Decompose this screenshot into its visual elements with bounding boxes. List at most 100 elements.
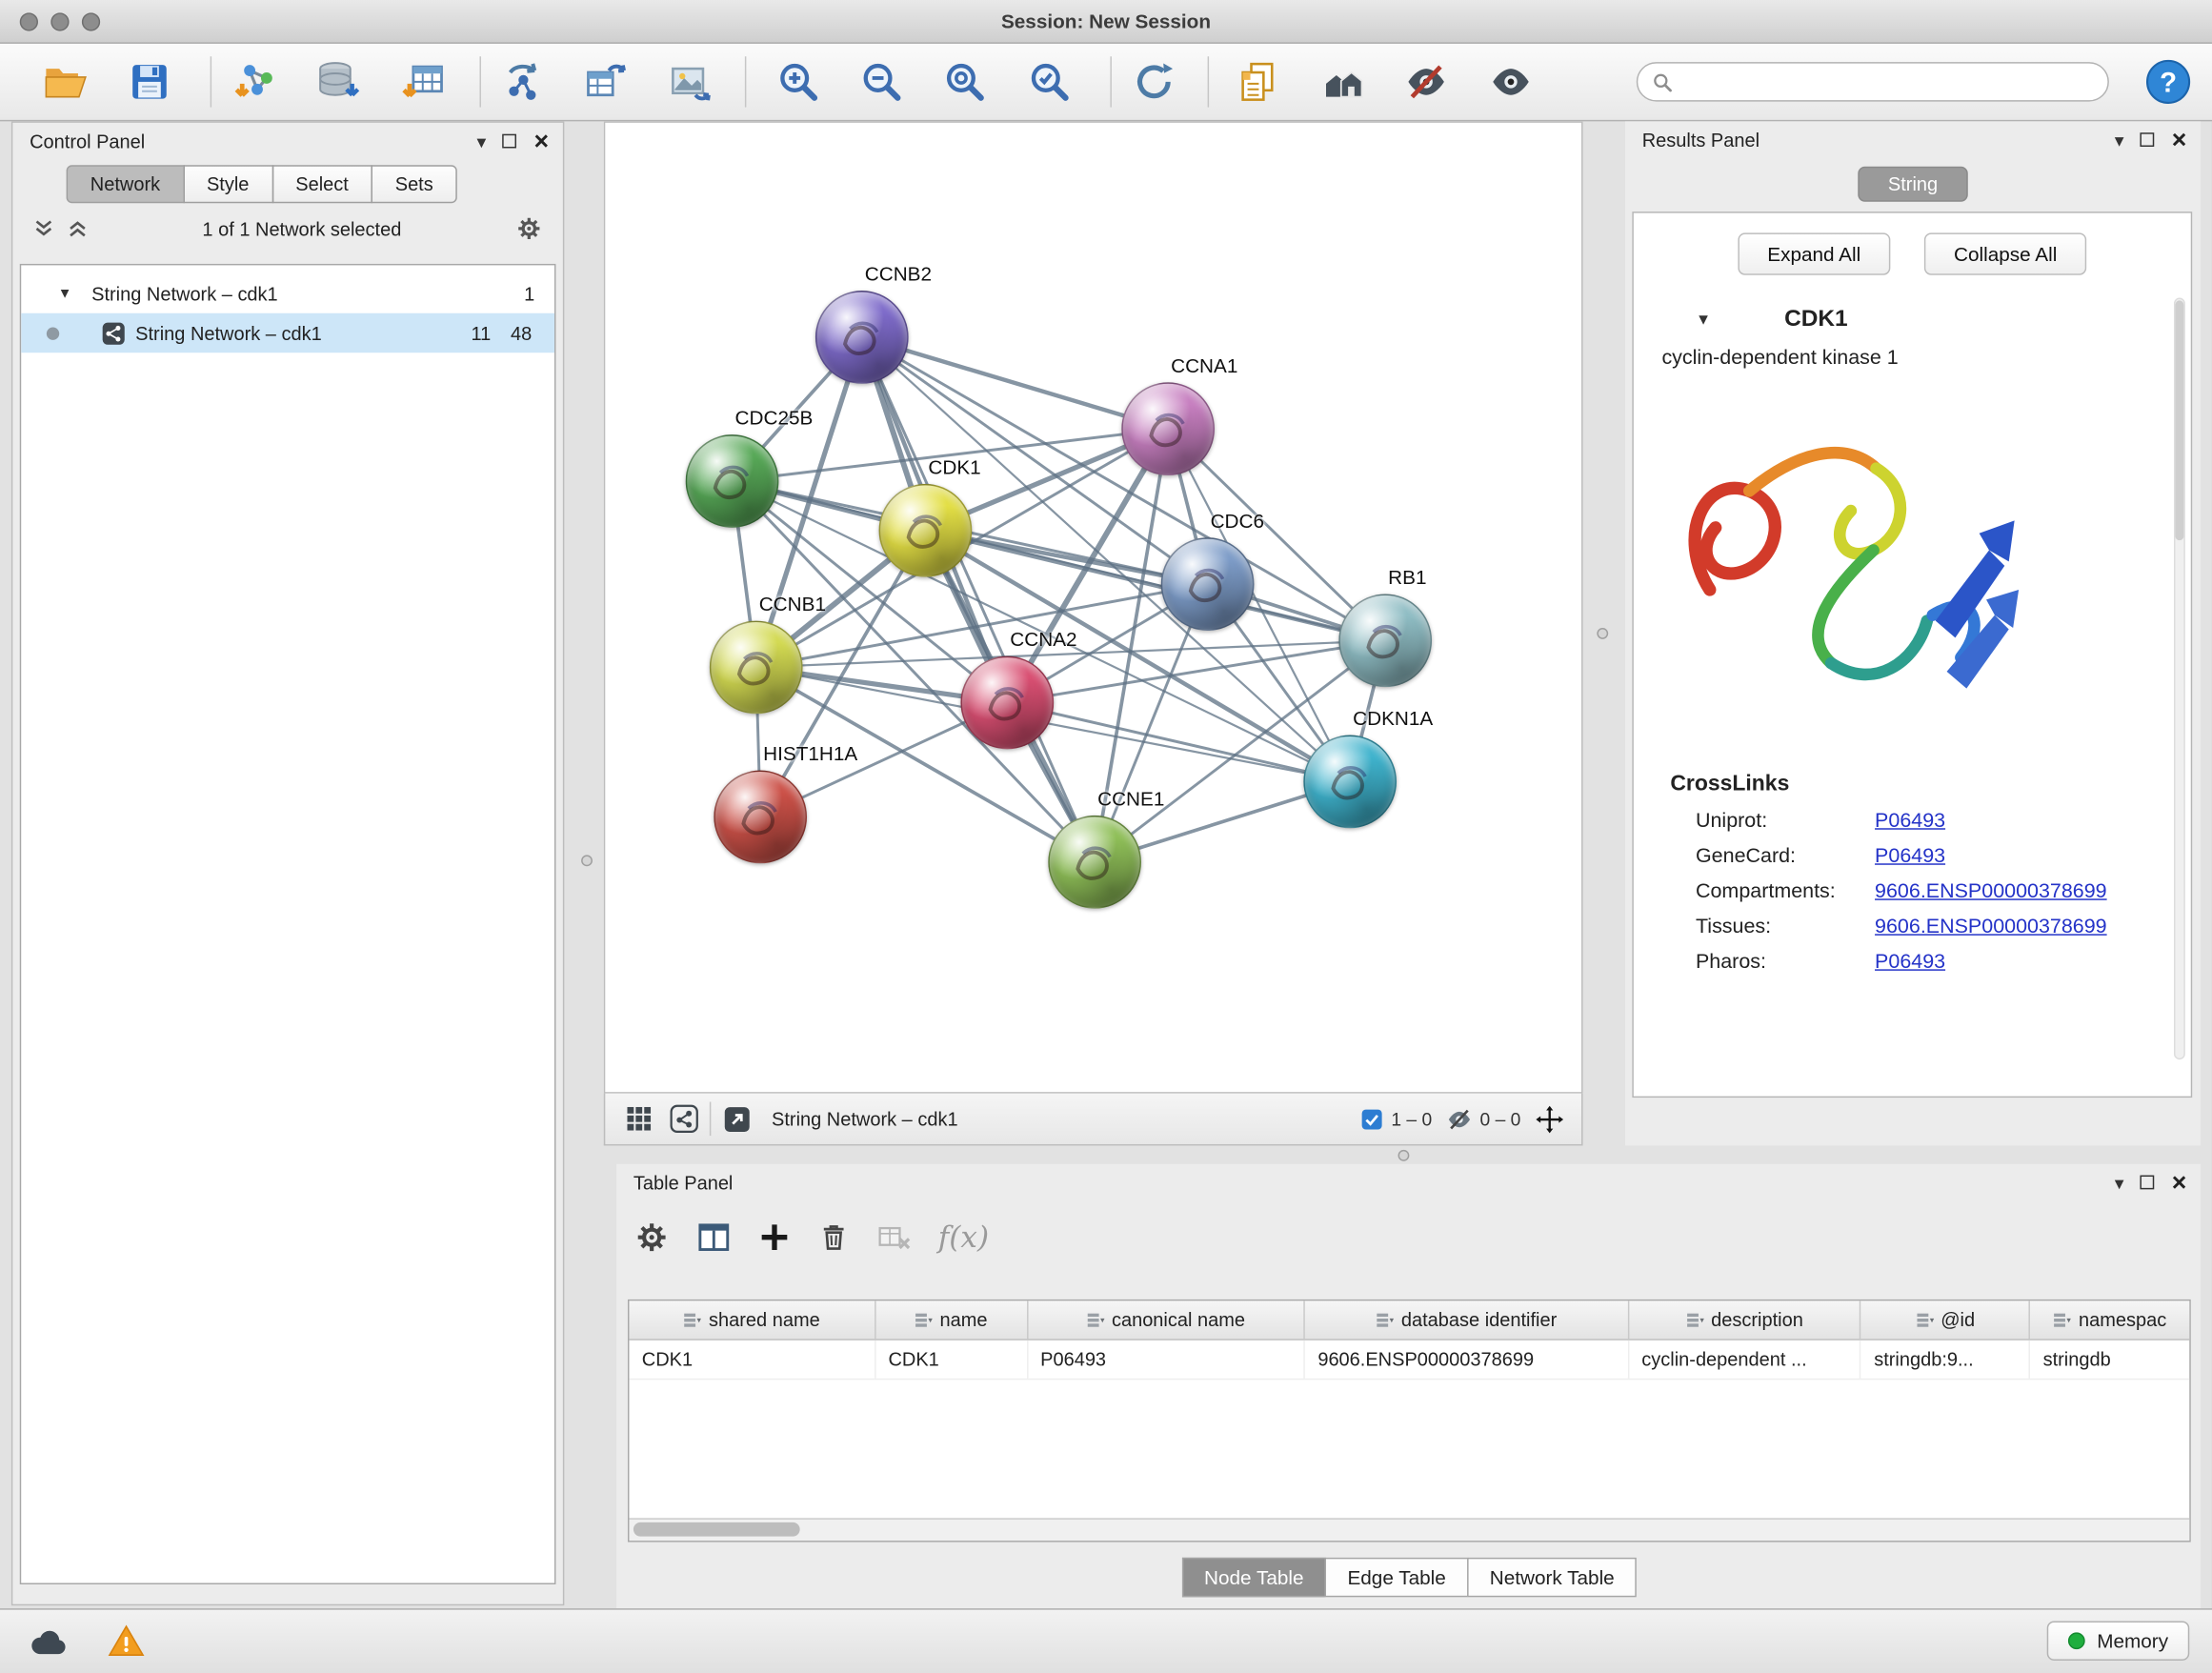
network-node-hist1h1a[interactable] [714, 771, 807, 864]
column-header[interactable]: name [875, 1300, 1028, 1339]
vertical-splitter-handle[interactable] [1597, 628, 1608, 639]
float-panel-icon[interactable] [2141, 132, 2155, 147]
tab-style[interactable]: Style [183, 165, 273, 203]
help-button[interactable]: ? [2137, 52, 2199, 111]
close-panel-icon[interactable]: × [2172, 1170, 2187, 1196]
network-node-cdk1[interactable] [879, 484, 973, 577]
add-column-plus-icon[interactable] [757, 1220, 792, 1255]
function-builder-fx[interactable]: f(x) [938, 1220, 989, 1255]
network-node-ccne1[interactable] [1048, 816, 1141, 909]
network-node-rb1[interactable] [1338, 594, 1432, 687]
apply-preferred-layout-button[interactable] [1123, 52, 1185, 111]
selected-checkbox-icon[interactable] [1360, 1107, 1384, 1131]
table-cell[interactable]: CDK1 [629, 1340, 875, 1379]
new-network-button[interactable] [493, 52, 554, 111]
tab-edge-table[interactable]: Edge Table [1325, 1558, 1469, 1597]
home-button[interactable] [1312, 52, 1374, 111]
collapse-all-icon[interactable] [32, 217, 55, 240]
grid-view-icon[interactable] [625, 1105, 654, 1134]
tab-node-table[interactable]: Node Table [1181, 1558, 1326, 1597]
network-node-cdc6[interactable] [1161, 537, 1255, 631]
table-cell[interactable]: stringdb:9... [1861, 1340, 2030, 1379]
zoom-out-button[interactable] [851, 52, 913, 111]
crosslink-pharos-link[interactable]: P06493 [1875, 951, 1945, 974]
float-panel-icon[interactable] [503, 134, 517, 149]
import-table-button[interactable] [393, 52, 455, 111]
delete-column-trash-icon[interactable] [816, 1220, 851, 1255]
window-minimize-button[interactable] [50, 12, 69, 30]
table-settings-gear-icon[interactable] [633, 1219, 671, 1256]
tab-string[interactable]: String [1859, 167, 1967, 202]
window-zoom-button[interactable] [82, 12, 100, 30]
export-table-button[interactable] [574, 52, 636, 111]
expand-all-button[interactable]: Expand All [1738, 232, 1890, 274]
network-node-ccna2[interactable] [960, 656, 1054, 750]
save-session-button[interactable] [118, 52, 180, 111]
collapse-panel-icon[interactable]: ▾ [476, 131, 486, 150]
fit-crosshair-icon[interactable] [1535, 1104, 1564, 1134]
vertical-splitter-handle[interactable] [581, 855, 593, 866]
column-header[interactable]: description [1629, 1300, 1861, 1339]
collapse-all-button[interactable]: Collapse All [1924, 232, 2087, 274]
zoom-in-button[interactable] [768, 52, 830, 111]
crosslink-compartments-link[interactable]: 9606.ENSP00000378699 [1875, 880, 2107, 903]
tree-expand-icon[interactable]: ▼ [58, 286, 72, 301]
import-network-database-button[interactable] [306, 52, 368, 111]
zoom-fit-button[interactable] [934, 52, 995, 111]
table-cell[interactable]: cyclin-dependent ... [1629, 1340, 1861, 1379]
window-close-button[interactable] [20, 12, 38, 30]
network-node-cdc25b[interactable] [686, 434, 779, 528]
table-cell[interactable]: CDK1 [875, 1340, 1028, 1379]
horizontal-splitter-handle[interactable] [1398, 1150, 1410, 1161]
cloud-status-icon[interactable] [29, 1623, 70, 1660]
network-node-ccna1[interactable] [1121, 382, 1215, 475]
column-header[interactable]: @id [1861, 1300, 2030, 1339]
column-header[interactable]: canonical name [1028, 1300, 1305, 1339]
search-input[interactable] [1681, 70, 2107, 93]
network-node-ccnb2[interactable] [815, 291, 909, 384]
open-session-button[interactable] [34, 52, 96, 111]
birdseye-view-icon[interactable] [670, 1105, 698, 1134]
hidden-eye-slash-icon[interactable] [1446, 1105, 1473, 1132]
close-panel-icon[interactable]: × [2172, 127, 2187, 152]
column-header[interactable]: namespac [2030, 1300, 2189, 1339]
results-scrollbar[interactable] [2174, 297, 2185, 1059]
network-collection-row[interactable]: ▼ String Network – cdk1 1 [21, 273, 554, 312]
gene-section-header[interactable]: ▼ CDK1 [1634, 306, 2191, 333]
show-columns-icon[interactable] [695, 1219, 733, 1256]
collapse-panel-icon[interactable]: ▾ [2115, 1173, 2124, 1191]
copy-document-button[interactable] [1226, 52, 1288, 111]
close-panel-icon[interactable]: × [533, 129, 549, 154]
open-in-new-window-icon[interactable] [722, 1104, 752, 1134]
table-cell[interactable]: P06493 [1028, 1340, 1305, 1379]
tab-network-table[interactable]: Network Table [1467, 1558, 1637, 1597]
crosslink-tissues-link[interactable]: 9606.ENSP00000378699 [1875, 916, 2107, 938]
import-network-file-button[interactable] [224, 52, 286, 111]
network-view-canvas[interactable]: CCNB2CCNA1CDC25BCDK1CDC6RB1CCNB1CCNA2CDK… [604, 121, 1583, 1093]
hide-selected-button[interactable] [1396, 52, 1458, 111]
tab-network[interactable]: Network [67, 165, 185, 203]
column-header[interactable]: shared name [629, 1300, 875, 1339]
memory-button[interactable]: Memory [2047, 1622, 2189, 1661]
zoom-selected-button[interactable] [1018, 52, 1080, 111]
crosslink-genecard-link[interactable]: P06493 [1875, 845, 1945, 868]
export-image-button[interactable] [659, 52, 721, 111]
table-cell[interactable]: 9606.ENSP00000378699 [1305, 1340, 1629, 1379]
table-horizontal-scrollbar[interactable] [629, 1518, 2189, 1541]
column-header[interactable]: database identifier [1305, 1300, 1629, 1339]
collapse-panel-icon[interactable]: ▾ [2115, 131, 2124, 149]
tab-sets[interactable]: Sets [372, 165, 457, 203]
float-panel-icon[interactable] [2141, 1176, 2155, 1190]
crosslink-uniprot-link[interactable]: P06493 [1875, 810, 1945, 833]
network-node-ccnb1[interactable] [710, 621, 803, 715]
gear-icon[interactable] [515, 214, 544, 243]
network-node-cdkn1a[interactable] [1303, 736, 1397, 829]
table-cell[interactable]: stringdb [2030, 1340, 2189, 1379]
table-row[interactable]: CDK1 CDK1 P06493 9606.ENSP00000378699 cy… [629, 1340, 2189, 1380]
show-all-button[interactable] [1479, 52, 1541, 111]
tab-select[interactable]: Select [271, 165, 372, 203]
warning-icon[interactable] [108, 1623, 146, 1661]
network-row-selected[interactable]: String Network – cdk1 11 48 [21, 313, 554, 353]
expand-all-icon[interactable] [67, 217, 90, 240]
gene-collapse-icon[interactable]: ▼ [1696, 312, 1711, 329]
